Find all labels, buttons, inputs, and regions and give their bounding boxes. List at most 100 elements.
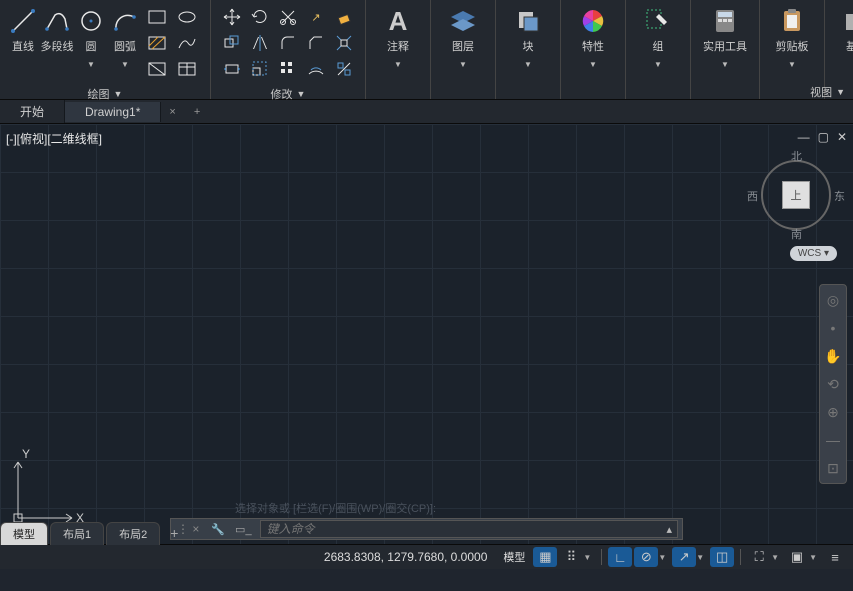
line-label: 直线 xyxy=(12,38,34,54)
workspace-toggle[interactable]: ▣ xyxy=(785,547,809,567)
basepoint-button[interactable]: 基点 ▼ xyxy=(831,4,853,69)
chevron-down-icon: ▼ xyxy=(721,60,729,69)
erase-button[interactable] xyxy=(331,6,357,28)
compass-west: 西 xyxy=(747,188,758,204)
hatch-button[interactable] xyxy=(144,32,170,54)
polyline-button[interactable]: 多段线 xyxy=(40,4,74,84)
tab-drawing[interactable]: Drawing1* xyxy=(65,102,161,122)
tab-add-button[interactable]: + xyxy=(184,106,210,118)
ucs-icon: Y X xyxy=(10,446,90,530)
arc-label: 圆弧 xyxy=(114,38,136,54)
mirror-button[interactable] xyxy=(247,32,273,54)
tab-close-button[interactable]: × xyxy=(161,106,183,118)
table-button[interactable] xyxy=(174,58,200,80)
text-icon: A xyxy=(385,8,411,34)
polyline-label: 多段线 xyxy=(41,38,74,54)
ortho-toggle[interactable]: ∟ xyxy=(608,547,632,567)
line-button[interactable]: 直线 xyxy=(6,4,40,84)
polar-toggle[interactable]: ⊘ xyxy=(634,547,658,567)
extend-button[interactable]: ↗ xyxy=(303,6,329,28)
layout-tab-2[interactable]: 布局2 xyxy=(106,522,160,545)
commandline-settings[interactable]: 🔧 xyxy=(205,523,231,536)
utilities-button[interactable]: 实用工具 ▼ xyxy=(697,4,753,69)
copy-button[interactable] xyxy=(219,32,245,54)
region-button[interactable] xyxy=(144,58,170,80)
compass-north: 北 xyxy=(791,148,802,164)
arc-button[interactable]: 圆弧 ▼ xyxy=(108,4,142,84)
zoom-button[interactable]: • xyxy=(824,319,842,337)
stretch-button[interactable] xyxy=(219,58,245,80)
view-panel-title[interactable]: 视图▼ xyxy=(810,82,845,102)
block-panel: 块 ▼ xyxy=(496,0,561,99)
viewcube[interactable]: 上 北 南 东 西 xyxy=(751,150,841,240)
view-panel: 基点 ▼ 视图▼ xyxy=(825,0,853,99)
file-tabs: 开始 Drawing1* × + xyxy=(0,100,853,124)
scale-button[interactable] xyxy=(247,58,273,80)
explode-button[interactable] xyxy=(331,32,357,54)
fullnav-button[interactable]: ◎ xyxy=(824,291,842,309)
annoscale-toggle[interactable]: ⛶ xyxy=(747,547,771,567)
drawing-canvas[interactable]: [-][俯视][二维线框] — ▢ ✕ 上 北 南 东 西 WCS ▾ ◎ • … xyxy=(0,124,853,544)
close-button[interactable]: ✕ xyxy=(837,130,847,144)
coordinates-readout[interactable]: 2683.8308, 1279.7680, 0.0000 xyxy=(314,550,498,564)
line-icon xyxy=(10,8,36,34)
group-icon xyxy=(645,8,671,34)
properties-button[interactable]: 特性 ▼ xyxy=(567,4,619,69)
wcs-badge[interactable]: WCS ▾ xyxy=(790,246,837,261)
modify-panel-title[interactable]: 修改▼ xyxy=(271,84,306,104)
nav-more-button[interactable]: ⊡ xyxy=(824,459,842,477)
move-button[interactable] xyxy=(219,6,245,28)
commandline-history-button[interactable]: ▴ xyxy=(660,523,678,536)
layers-button[interactable]: 图层 ▼ xyxy=(437,4,489,69)
maximize-button[interactable]: ▢ xyxy=(818,130,829,144)
customize-button[interactable]: ≡ xyxy=(823,547,847,567)
rectangle-button[interactable] xyxy=(144,6,170,28)
block-button[interactable]: 块 ▼ xyxy=(502,4,554,69)
compass-south: 南 xyxy=(791,226,802,242)
offset-button[interactable] xyxy=(303,58,329,80)
tab-start[interactable]: 开始 xyxy=(0,100,65,123)
group-button[interactable]: 组 ▼ xyxy=(632,4,684,69)
pan-button[interactable]: ✋ xyxy=(824,347,842,365)
fillet-button[interactable] xyxy=(275,32,301,54)
trim-button[interactable] xyxy=(275,6,301,28)
status-model[interactable]: 模型 xyxy=(497,549,531,565)
command-history: 选择对象或 [栏选(F)/圈围(WP)/圈交(CP)]: xyxy=(235,500,436,516)
layout-add-button[interactable]: + xyxy=(162,525,186,541)
ellipse-button[interactable] xyxy=(174,6,200,28)
spline-button[interactable] xyxy=(174,32,200,54)
chevron-down-icon: ▼ xyxy=(589,60,597,69)
minimize-button[interactable]: — xyxy=(798,130,810,144)
ribbon: 直线 多段线 圆 ▼ 圆弧 ▼ xyxy=(0,0,853,100)
rotate-button[interactable] xyxy=(247,6,273,28)
viewport-label[interactable]: [-][俯视][二维线框] xyxy=(6,130,102,147)
circle-button[interactable]: 圆 ▼ xyxy=(74,4,108,84)
showmotion-button[interactable]: ⊕ xyxy=(824,403,842,421)
align-button[interactable] xyxy=(331,58,357,80)
otrack-toggle[interactable]: ◫ xyxy=(710,547,734,567)
annotation-button[interactable]: A 注释 ▼ xyxy=(372,4,424,69)
command-input[interactable] xyxy=(260,520,678,538)
chevron-down-icon: ▼ xyxy=(459,60,467,69)
annotation-panel: A 注释 ▼ xyxy=(366,0,431,99)
layout-tab-model[interactable]: 模型 xyxy=(0,522,48,545)
array-button[interactable] xyxy=(275,58,301,80)
chamfer-button[interactable] xyxy=(303,32,329,54)
command-line: ⋮ × 🔧 ▭_ ▴ xyxy=(170,518,683,540)
grid-toggle[interactable]: ▦ xyxy=(533,547,557,567)
utilities-panel: 实用工具 ▼ xyxy=(691,0,760,99)
polyline-icon xyxy=(44,8,70,34)
snap-toggle[interactable]: ⠿ xyxy=(559,547,583,567)
chevron-down-icon: ▼ xyxy=(654,60,662,69)
navigation-bar: ◎ • ✋ ⟲ ⊕ — ⊡ xyxy=(819,284,847,484)
block-icon xyxy=(515,8,541,34)
svg-text:Y: Y xyxy=(22,447,30,461)
nav-sep: — xyxy=(824,431,842,449)
viewport-controls: — ▢ ✕ xyxy=(798,130,847,144)
viewcube-top[interactable]: 上 xyxy=(782,181,810,209)
orbit-button[interactable]: ⟲ xyxy=(824,375,842,393)
layout-tab-1[interactable]: 布局1 xyxy=(50,522,104,545)
chevron-down-icon: ▼ xyxy=(121,60,129,69)
osnap-toggle[interactable]: ↗ xyxy=(672,547,696,567)
clipboard-button[interactable]: 剪贴板 ▼ xyxy=(766,4,818,69)
